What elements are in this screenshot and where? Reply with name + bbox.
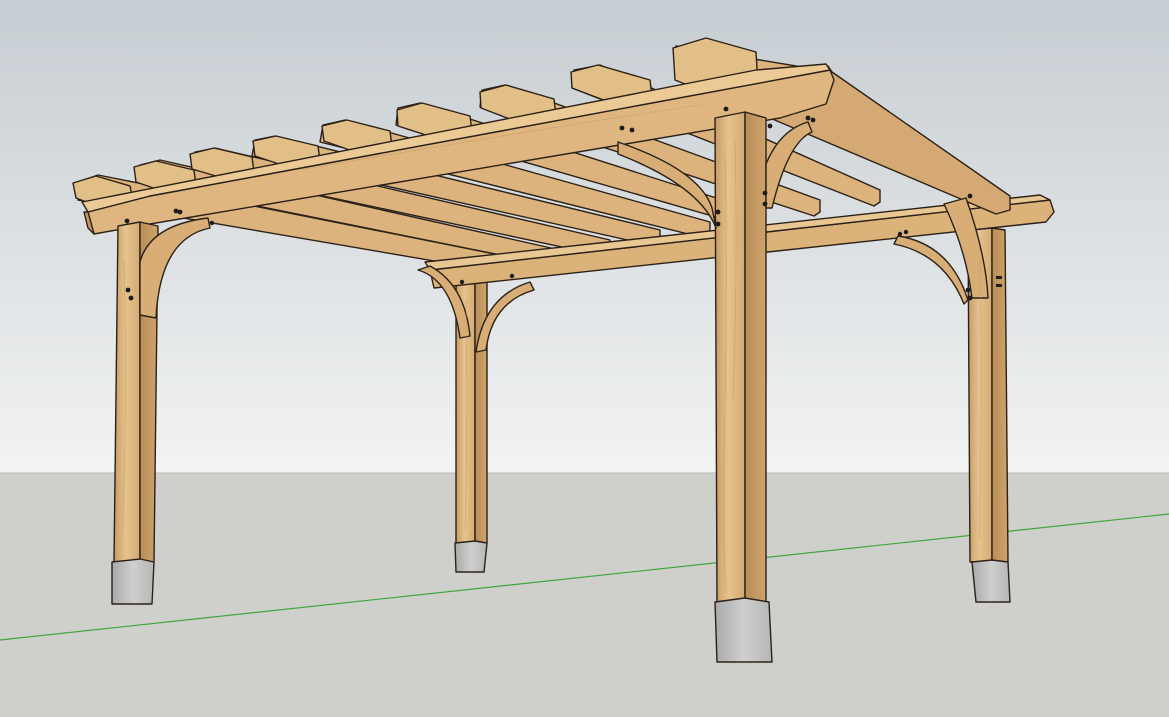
modeling-viewport[interactable] <box>0 0 1169 717</box>
footing-front-left <box>111 558 155 605</box>
footing-back-left <box>454 540 488 573</box>
footing-front-right <box>714 597 773 663</box>
pergola-scene <box>0 0 1169 717</box>
footing-back-right <box>971 559 1011 603</box>
